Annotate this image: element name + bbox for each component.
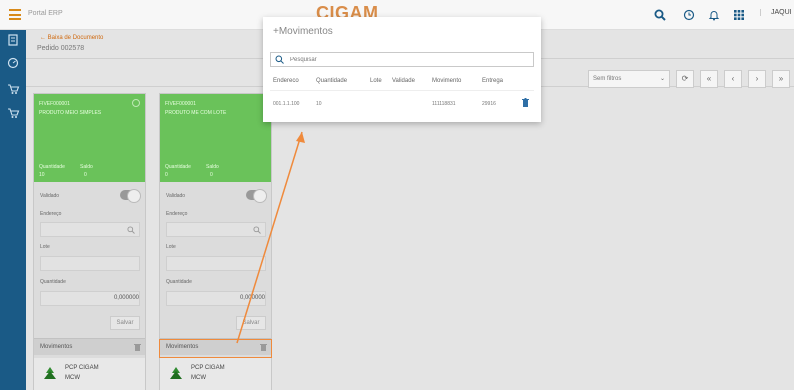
- movimentos-bar[interactable]: Movimentos: [34, 338, 145, 355]
- user-name[interactable]: JAQUI: [760, 9, 792, 16]
- validado-label: Validado: [40, 193, 60, 199]
- quantity-label: Quantidade: [39, 164, 65, 170]
- pcp-title: PCP CIGAM: [191, 365, 225, 371]
- search-icon[interactable]: [654, 9, 666, 21]
- next-page-button[interactable]: ›: [748, 70, 766, 88]
- pcp-item: PCP CIGAM MCW: [34, 358, 145, 390]
- menu-icon[interactable]: [9, 9, 21, 20]
- pcp-title: PCP CIGAM: [65, 365, 99, 371]
- validado-label: Validado: [166, 193, 186, 199]
- column-header: Quantidade: [316, 78, 348, 84]
- pcp-item: PCP CIGAM MCW: [160, 358, 271, 390]
- product-card-header: FIVEF000001 PRODUTO ME COM LOTE Quantida…: [160, 94, 271, 182]
- page-title: Pedido 002578: [37, 45, 85, 52]
- endereco-label: Endereço: [166, 211, 188, 217]
- search-icon: [275, 55, 284, 64]
- status-circle-icon: [132, 99, 140, 107]
- search-icon[interactable]: [127, 226, 135, 234]
- quantidade-value: 0,000000: [113, 295, 139, 301]
- saldo-value: 0: [210, 172, 213, 178]
- refresh-button[interactable]: ⟳: [676, 70, 694, 88]
- validado-toggle[interactable]: [120, 189, 141, 203]
- cart-icon[interactable]: [6, 82, 20, 96]
- first-page-icon: «: [706, 74, 712, 83]
- endereco-field[interactable]: [166, 222, 266, 237]
- save-button[interactable]: Salvar: [110, 316, 140, 330]
- quantity-label: Quantidade: [165, 164, 191, 170]
- pcp-subtitle: MCW: [191, 375, 206, 381]
- column-header: Movimento: [432, 78, 462, 84]
- movimentos-modal: +Movimentos Endereco Quantidade Lote Val…: [263, 17, 541, 122]
- last-page-icon: »: [778, 74, 784, 83]
- saldo-label: Saldo: [206, 164, 219, 170]
- search-input[interactable]: [290, 55, 490, 65]
- lote-field[interactable]: [166, 256, 266, 271]
- refresh-icon: ⟳: [681, 74, 689, 83]
- chevron-down-icon: ⌄: [659, 76, 665, 82]
- divider: [270, 90, 534, 91]
- saldo-label: Saldo: [80, 164, 93, 170]
- last-page-button[interactable]: »: [772, 70, 790, 88]
- column-header: Lote: [370, 78, 382, 84]
- endereco-field[interactable]: [40, 222, 140, 237]
- quantidade-value: 0,000000: [239, 295, 265, 301]
- next-page-icon: ›: [755, 74, 759, 83]
- table-cell: 10: [316, 101, 322, 107]
- product-card: FIVEF000001 PRODUTO MEIO SIMPLES Quantid…: [33, 93, 146, 390]
- search-icon[interactable]: [253, 226, 261, 234]
- quantity-value: 0: [165, 172, 168, 178]
- modal-title: +Movimentos: [273, 26, 333, 37]
- trash-icon[interactable]: [134, 343, 141, 351]
- saldo-value: 0: [84, 172, 87, 178]
- quantity-value: 10: [39, 172, 45, 178]
- documents-icon[interactable]: [6, 33, 20, 47]
- product-code: FIVEF000001: [39, 101, 70, 107]
- clock-icon[interactable]: [683, 9, 695, 21]
- filter-value: Sem filtros: [593, 76, 622, 82]
- prev-page-button[interactable]: ‹: [724, 70, 742, 88]
- portal-title: Portal ERP: [28, 10, 63, 17]
- prev-page-icon: ‹: [731, 74, 735, 83]
- pcp-logo-icon: [44, 367, 56, 379]
- movimentos-label: Movimentos: [40, 344, 73, 350]
- table-cell: 29916: [482, 101, 496, 107]
- breadcrumb-back[interactable]: ← Baixa de Documento: [40, 35, 103, 41]
- bell-icon[interactable]: [708, 9, 720, 21]
- quantidade-label: Quantidade: [40, 279, 66, 285]
- column-header: Entrega: [482, 78, 504, 84]
- apps-icon[interactable]: [733, 9, 745, 21]
- trash-icon[interactable]: [522, 98, 529, 107]
- table-cell: 111118831: [432, 101, 456, 107]
- validado-toggle[interactable]: [246, 189, 267, 203]
- filter-select[interactable]: Sem filtros ⌄: [588, 70, 670, 88]
- product-name: PRODUTO ME COM LOTE: [165, 110, 227, 116]
- pcp-subtitle: MCW: [65, 375, 80, 381]
- quantidade-label: Quantidade: [166, 279, 192, 285]
- endereco-label: Endereço: [40, 211, 62, 217]
- first-page-button[interactable]: «: [700, 70, 718, 88]
- cart-check-icon[interactable]: [6, 106, 20, 120]
- column-header: Validade: [392, 78, 415, 84]
- product-code: FIVEF000001: [165, 101, 196, 107]
- product-name: PRODUTO MEIO SIMPLES: [39, 110, 102, 116]
- breadcrumb-label: Baixa de Documento: [47, 35, 104, 41]
- product-card-header: FIVEF000001 PRODUTO MEIO SIMPLES Quantid…: [34, 94, 145, 182]
- highlight-box: [159, 339, 272, 358]
- lote-label: Lote: [166, 244, 176, 250]
- back-arrow-icon: ←: [40, 35, 48, 41]
- lote-field[interactable]: [40, 256, 140, 271]
- lote-label: Lote: [40, 244, 50, 250]
- pcp-logo-icon: [170, 367, 182, 379]
- left-rail: [0, 30, 26, 390]
- search-box[interactable]: [270, 52, 534, 67]
- dashboard-icon[interactable]: [6, 56, 20, 70]
- save-button[interactable]: Salvar: [236, 316, 266, 330]
- column-header: Endereco: [273, 78, 299, 84]
- table-cell: 001.1.1.100: [273, 101, 300, 107]
